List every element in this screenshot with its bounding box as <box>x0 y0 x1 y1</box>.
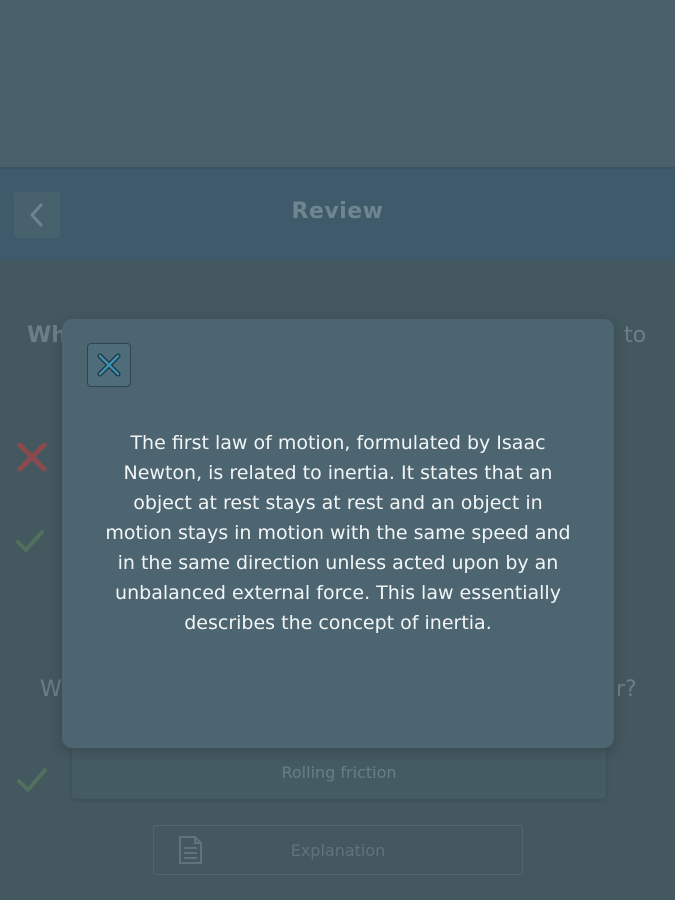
check-icon <box>17 768 47 792</box>
explanation-text: The first law of motion, formulated by I… <box>105 432 571 634</box>
question-1-text-end: to <box>624 323 647 348</box>
review-header: Review <box>0 167 675 263</box>
close-icon <box>97 353 121 377</box>
page-title: Review <box>291 199 384 224</box>
explanation-label: Explanation <box>290 841 386 860</box>
explanation-button[interactable]: Explanation <box>153 825 523 875</box>
top-overlay-area <box>0 0 675 167</box>
check-icon <box>16 530 44 552</box>
answer-option[interactable]: Rolling friction <box>72 747 606 799</box>
question-2-text-end: r? <box>616 677 637 702</box>
explanation-modal: The first law of motion, formulated by I… <box>62 319 614 748</box>
question-1-text-start: Wh <box>27 323 67 348</box>
answer-label: Rolling friction <box>281 763 397 782</box>
close-button[interactable] <box>87 343 131 387</box>
question-2-text-start: W <box>40 677 62 702</box>
x-mark-icon <box>17 442 47 472</box>
